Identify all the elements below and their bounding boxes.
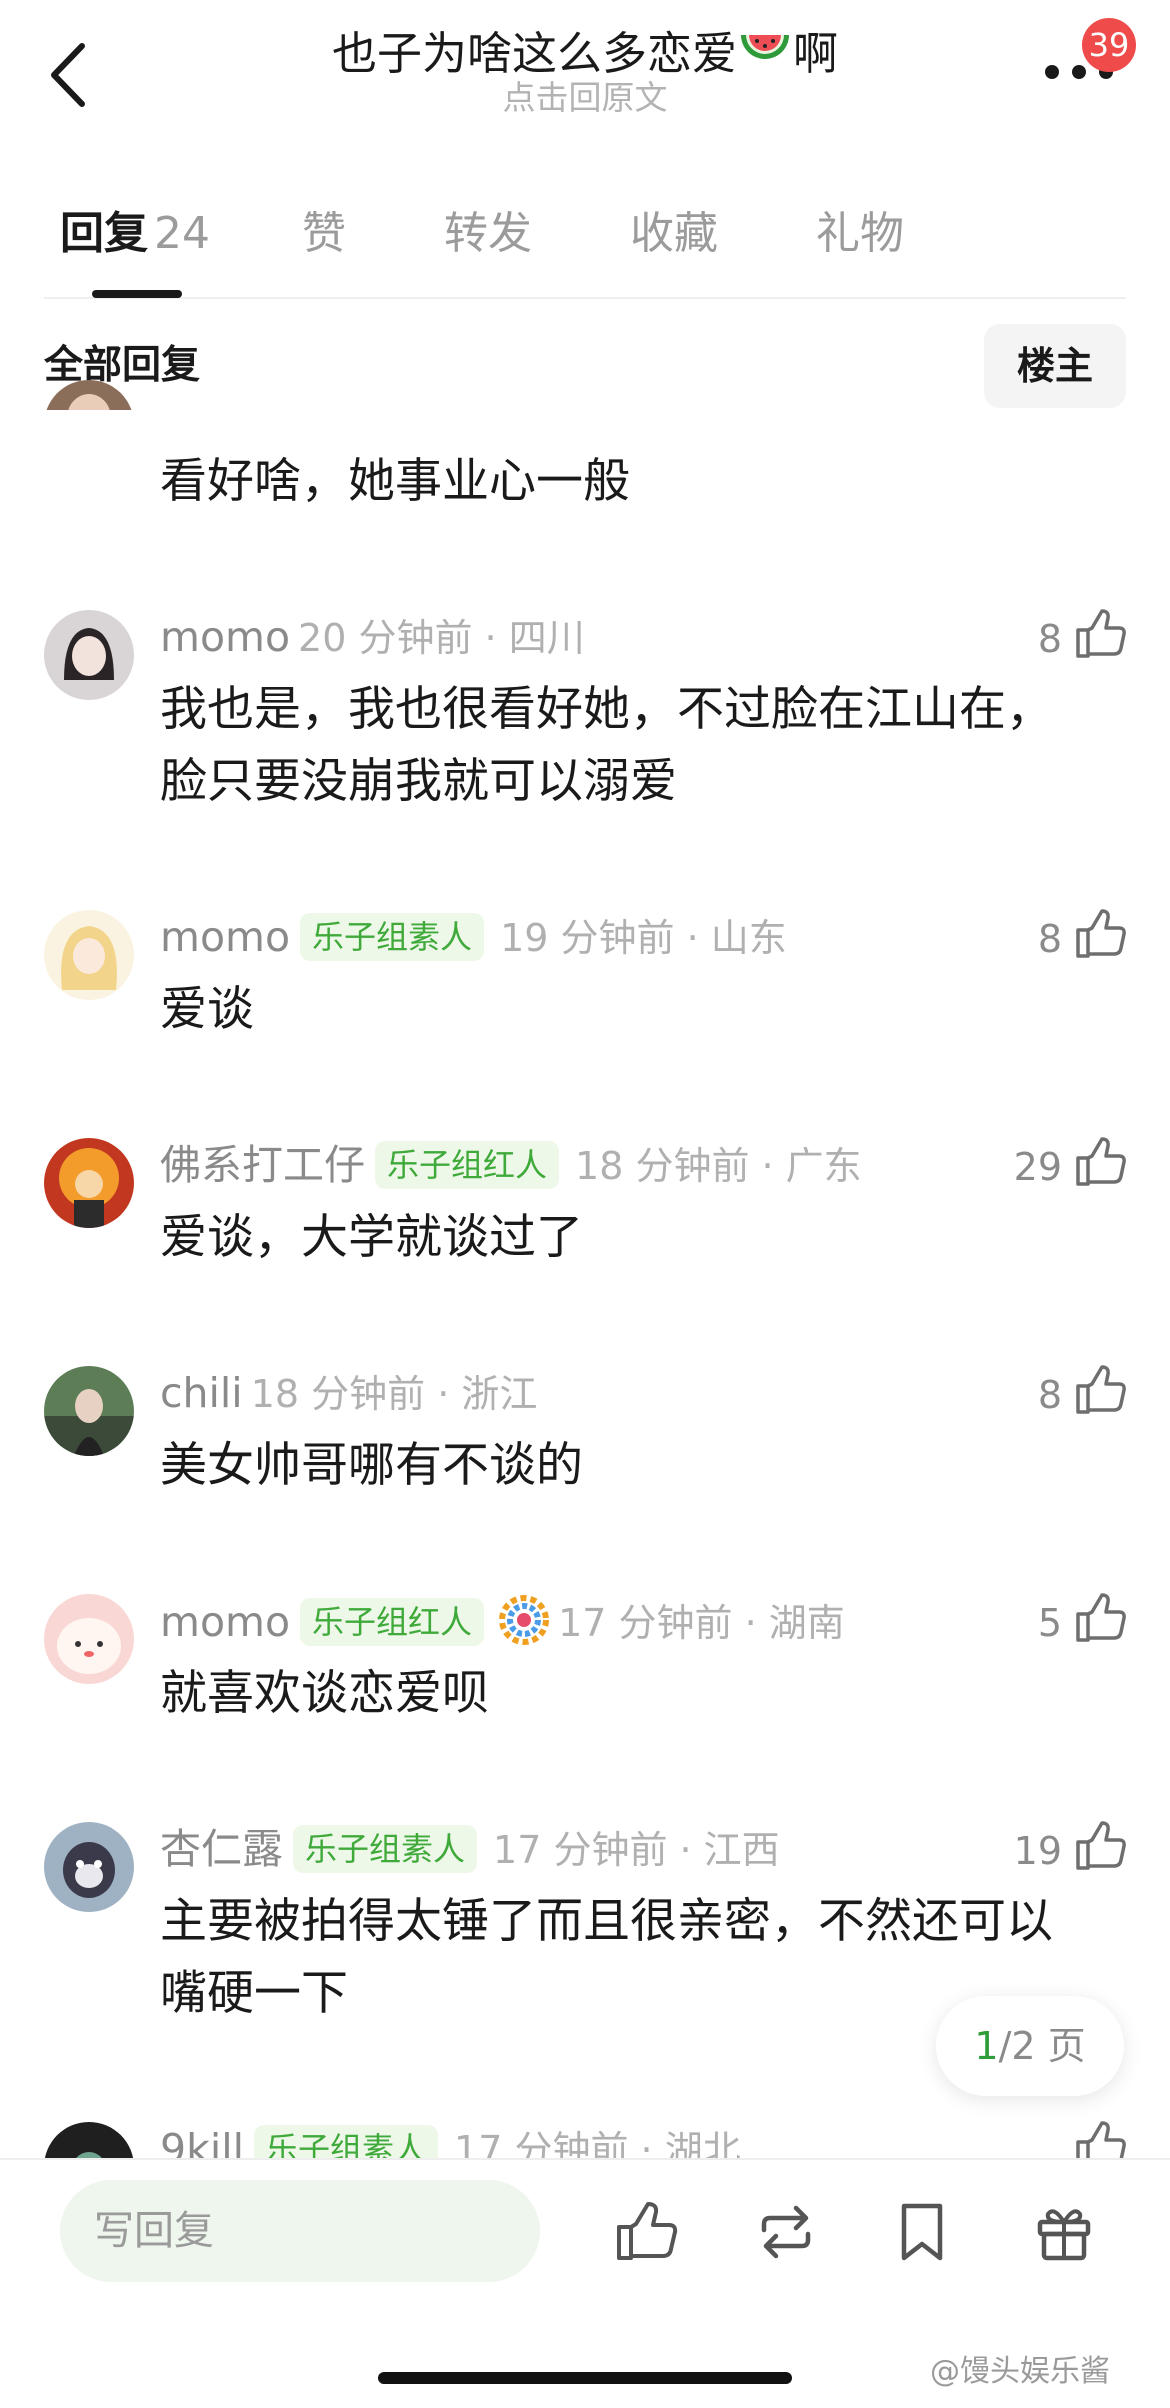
user-tag: 乐子组素人	[293, 1825, 478, 1873]
gift-icon[interactable]	[1032, 2200, 1096, 2264]
back-to-original-link[interactable]: 点击回原文	[0, 78, 1170, 118]
bookmark-icon[interactable]	[890, 2200, 954, 2264]
page-indicator[interactable]: 1/2 页	[936, 1996, 1124, 2096]
comment-text[interactable]: 爱谈，大学就谈过了	[160, 1202, 1100, 1274]
avatar[interactable]	[44, 610, 134, 700]
post-title[interactable]: 也子为啥这么多恋爱 啊	[0, 26, 1170, 82]
watermelon-emoji-icon	[741, 35, 789, 59]
tab-reposts[interactable]: 转发	[444, 206, 532, 262]
like-count: 29	[1013, 1145, 1062, 1189]
like-count: 8	[1037, 917, 1062, 961]
like-count: 8	[1037, 617, 1062, 661]
repost-icon[interactable]	[754, 2200, 818, 2264]
avatar[interactable]	[44, 1822, 134, 1912]
comment-header: momo 乐子组素人 19 分钟前 · 山东	[160, 910, 787, 965]
comment-text[interactable]: 美女帅哥哪有不谈的	[160, 1430, 1100, 1502]
tab-gifts[interactable]: 礼物	[816, 206, 904, 262]
like-count: 5	[1037, 1601, 1062, 1645]
comment-header: momo 乐子组红人 17 分钟前 · 湖南	[160, 1594, 845, 1650]
avatar[interactable]	[44, 910, 134, 1000]
comment-meta: 18 分钟前 · 广东	[575, 1144, 862, 1188]
thumbs-up-icon[interactable]	[1074, 1820, 1126, 1872]
tab-replies-label: 回复	[60, 208, 148, 259]
like-post-icon[interactable]	[614, 2200, 678, 2264]
username[interactable]: momo	[160, 913, 290, 961]
comment-text[interactable]: 看好啥，她事业心一般	[160, 446, 1100, 518]
username[interactable]: 杏仁露	[160, 1825, 283, 1873]
thumbs-up-icon[interactable]	[1074, 908, 1126, 960]
watermark-text: @馒头娱乐酱	[930, 2354, 1110, 2389]
username[interactable]: momo	[160, 1598, 290, 1646]
username[interactable]: momo	[160, 613, 290, 661]
comment-text[interactable]: 爱谈	[160, 974, 1100, 1046]
comment-text-line: 我也是，我也很看好她，不过脸在江山在，	[160, 682, 1053, 737]
comment-header: momo 20 分钟前 · 四川	[160, 610, 585, 665]
current-page: 1	[974, 2024, 999, 2068]
username[interactable]: chili	[160, 1369, 243, 1417]
comment-text[interactable]: 我也是，我也很看好她，不过脸在江山在， 脸只要没崩我就可以溺爱	[160, 674, 1100, 818]
title-text-prefix: 也子为啥这么多恋爱	[331, 27, 737, 80]
like-count: 8	[1037, 1373, 1062, 1417]
medal-badge-icon	[499, 1595, 550, 1645]
avatar[interactable]	[44, 1594, 134, 1684]
avatar[interactable]	[44, 1138, 134, 1228]
comment-meta: 18 分钟前 · 浙江	[250, 1372, 538, 1416]
comment-meta: 19 分钟前 · 山东	[500, 916, 787, 960]
thumbs-up-icon[interactable]	[1074, 608, 1126, 660]
comment-meta: 17 分钟前 · 江西	[493, 1828, 780, 1872]
user-tag: 乐子组红人	[375, 1141, 560, 1189]
tab-favorites[interactable]: 收藏	[630, 206, 718, 262]
total-pages: /2 页	[998, 2024, 1086, 2068]
like-count: 19	[1013, 1829, 1062, 1873]
thumbs-up-icon[interactable]	[1074, 1364, 1126, 1416]
comment-text-line: 主要被拍得太锤了而且很亲密，不然还可以	[160, 1894, 1053, 1949]
tab-replies[interactable]: 回复 24	[60, 206, 210, 262]
username[interactable]: 佛系打工仔	[160, 1141, 365, 1189]
home-indicator	[378, 2372, 792, 2384]
comment-header: chili 18 分钟前 · 浙江	[160, 1366, 537, 1421]
thumbs-up-icon[interactable]	[1074, 1136, 1126, 1188]
owner-only-button[interactable]: 楼主	[984, 324, 1126, 408]
comment-meta: 17 分钟前 · 湖南	[558, 1601, 845, 1645]
comment-header: 佛系打工仔 乐子组红人 18 分钟前 · 广东	[160, 1138, 862, 1193]
tabs-divider	[44, 297, 1126, 299]
tab-replies-count: 24	[154, 208, 210, 259]
title-text-suffix: 啊	[793, 27, 839, 80]
notification-badge: 39	[1082, 18, 1136, 72]
avatar[interactable]	[44, 1366, 134, 1456]
comment-header: 杏仁露 乐子组素人 17 分钟前 · 江西	[160, 1822, 780, 1877]
comment-meta: 20 分钟前 · 四川	[298, 616, 585, 660]
comment-text[interactable]: 就喜欢谈恋爱呗	[160, 1658, 1100, 1730]
reply-input[interactable]	[60, 2180, 540, 2282]
user-tag: 乐子组红人	[300, 1598, 485, 1646]
comment-text-line: 脸只要没崩我就可以溺爱	[160, 754, 677, 809]
tab-likes[interactable]: 赞	[302, 206, 346, 262]
thumbs-up-icon[interactable]	[1074, 1592, 1126, 1644]
user-tag: 乐子组素人	[300, 913, 485, 961]
active-tab-indicator	[92, 290, 182, 298]
